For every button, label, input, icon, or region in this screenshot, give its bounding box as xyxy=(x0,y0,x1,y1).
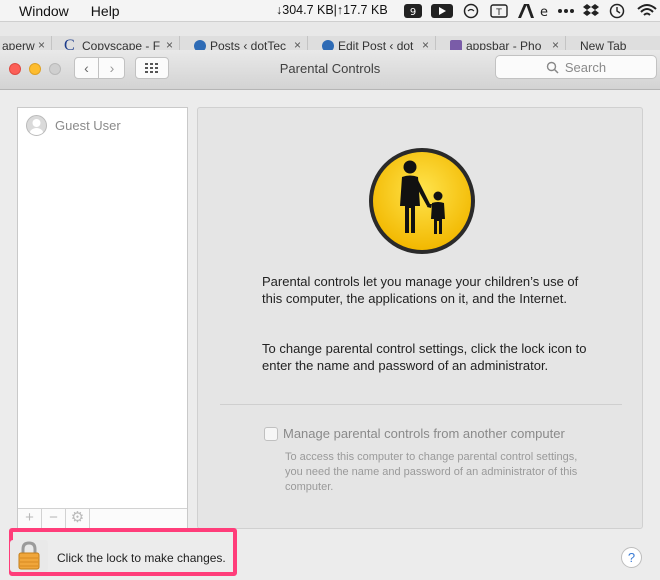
user-name: Guest User xyxy=(55,118,121,133)
chat-icon[interactable] xyxy=(462,3,480,19)
search-icon xyxy=(546,61,559,74)
gear-icon[interactable]: ⚙ xyxy=(66,509,90,528)
manage-remote-label: Manage parental controls from another co… xyxy=(283,426,565,441)
network-speed[interactable]: ↓304.7 KB|↑17.7 KB xyxy=(276,3,388,17)
menu-window[interactable]: Window xyxy=(19,3,69,19)
num-badge-icon[interactable]: 9 xyxy=(403,3,423,19)
parental-controls-panel: Parental controls let you manage your ch… xyxy=(197,107,643,529)
search-field[interactable]: Search xyxy=(495,55,657,79)
manage-remote-checkbox[interactable] xyxy=(264,426,278,441)
more-icon[interactable]: e xyxy=(538,3,548,19)
time-machine-icon[interactable] xyxy=(608,3,626,19)
dropbox-icon[interactable] xyxy=(582,3,600,19)
wifi-icon[interactable] xyxy=(636,3,658,19)
intro-paragraph: Parental controls let you manage your ch… xyxy=(262,274,579,306)
list-item-guest-user[interactable]: Guest User xyxy=(26,115,121,136)
svg-text:T: T xyxy=(495,8,502,18)
lock-icon[interactable] xyxy=(10,540,48,572)
lock-instructions: To change parental control settings, cli… xyxy=(262,341,587,373)
divider xyxy=(220,404,622,405)
list-footer: + − ⚙ xyxy=(18,508,187,528)
manage-remote-note: To access this computer to change parent… xyxy=(285,451,578,493)
search-placeholder: Search xyxy=(564,59,607,75)
lock-message[interactable]: Click the lock to make changes. xyxy=(57,551,226,565)
menu-help[interactable]: Help xyxy=(91,3,120,19)
avatar xyxy=(26,115,47,136)
help-button[interactable]: ? xyxy=(621,547,642,568)
ellipsis-icon[interactable] xyxy=(556,3,576,19)
adobe-icon[interactable] xyxy=(517,3,535,19)
user-list[interactable]: Guest User + − ⚙ xyxy=(17,107,188,529)
parental-controls-icon xyxy=(369,148,475,254)
svg-text:9: 9 xyxy=(410,7,416,18)
ocr-icon[interactable]: T xyxy=(490,3,508,19)
window-toolbar: ‹ › Parental Controls Search xyxy=(0,50,660,90)
manage-remote-row[interactable]: Manage parental controls from another co… xyxy=(264,426,565,441)
svg-text:e: e xyxy=(540,5,548,19)
play-icon[interactable] xyxy=(430,3,454,19)
remove-user-button[interactable]: − xyxy=(42,509,66,528)
menu-bar: Window Help ↓304.7 KB|↑17.7 KB 9 T e xyxy=(0,0,660,22)
add-user-button[interactable]: + xyxy=(18,509,42,528)
